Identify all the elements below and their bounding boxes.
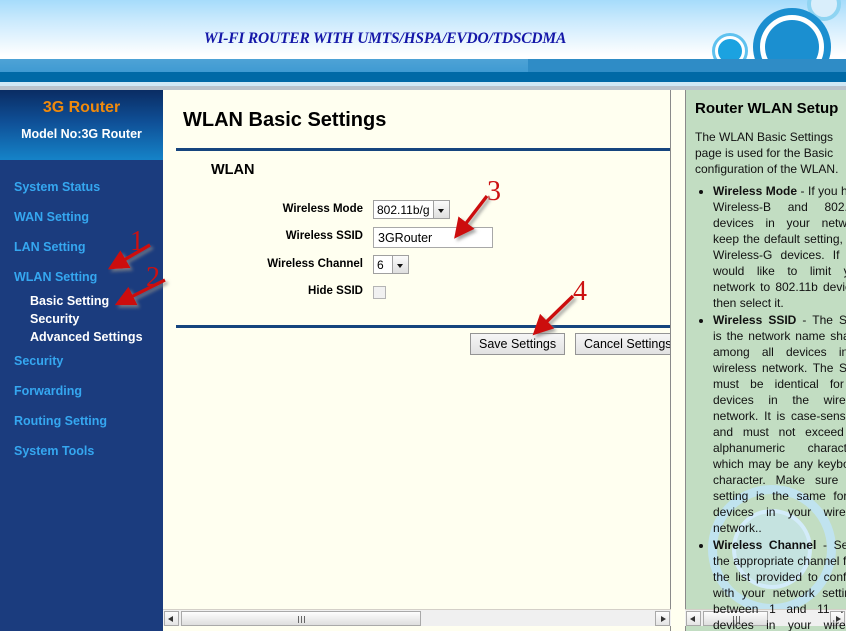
router-admin-page: WI-FI ROUTER WITH UMTS/HSPA/EVDO/TDSCDMA… (0, 0, 846, 631)
annotation-arrows (107, 194, 575, 336)
